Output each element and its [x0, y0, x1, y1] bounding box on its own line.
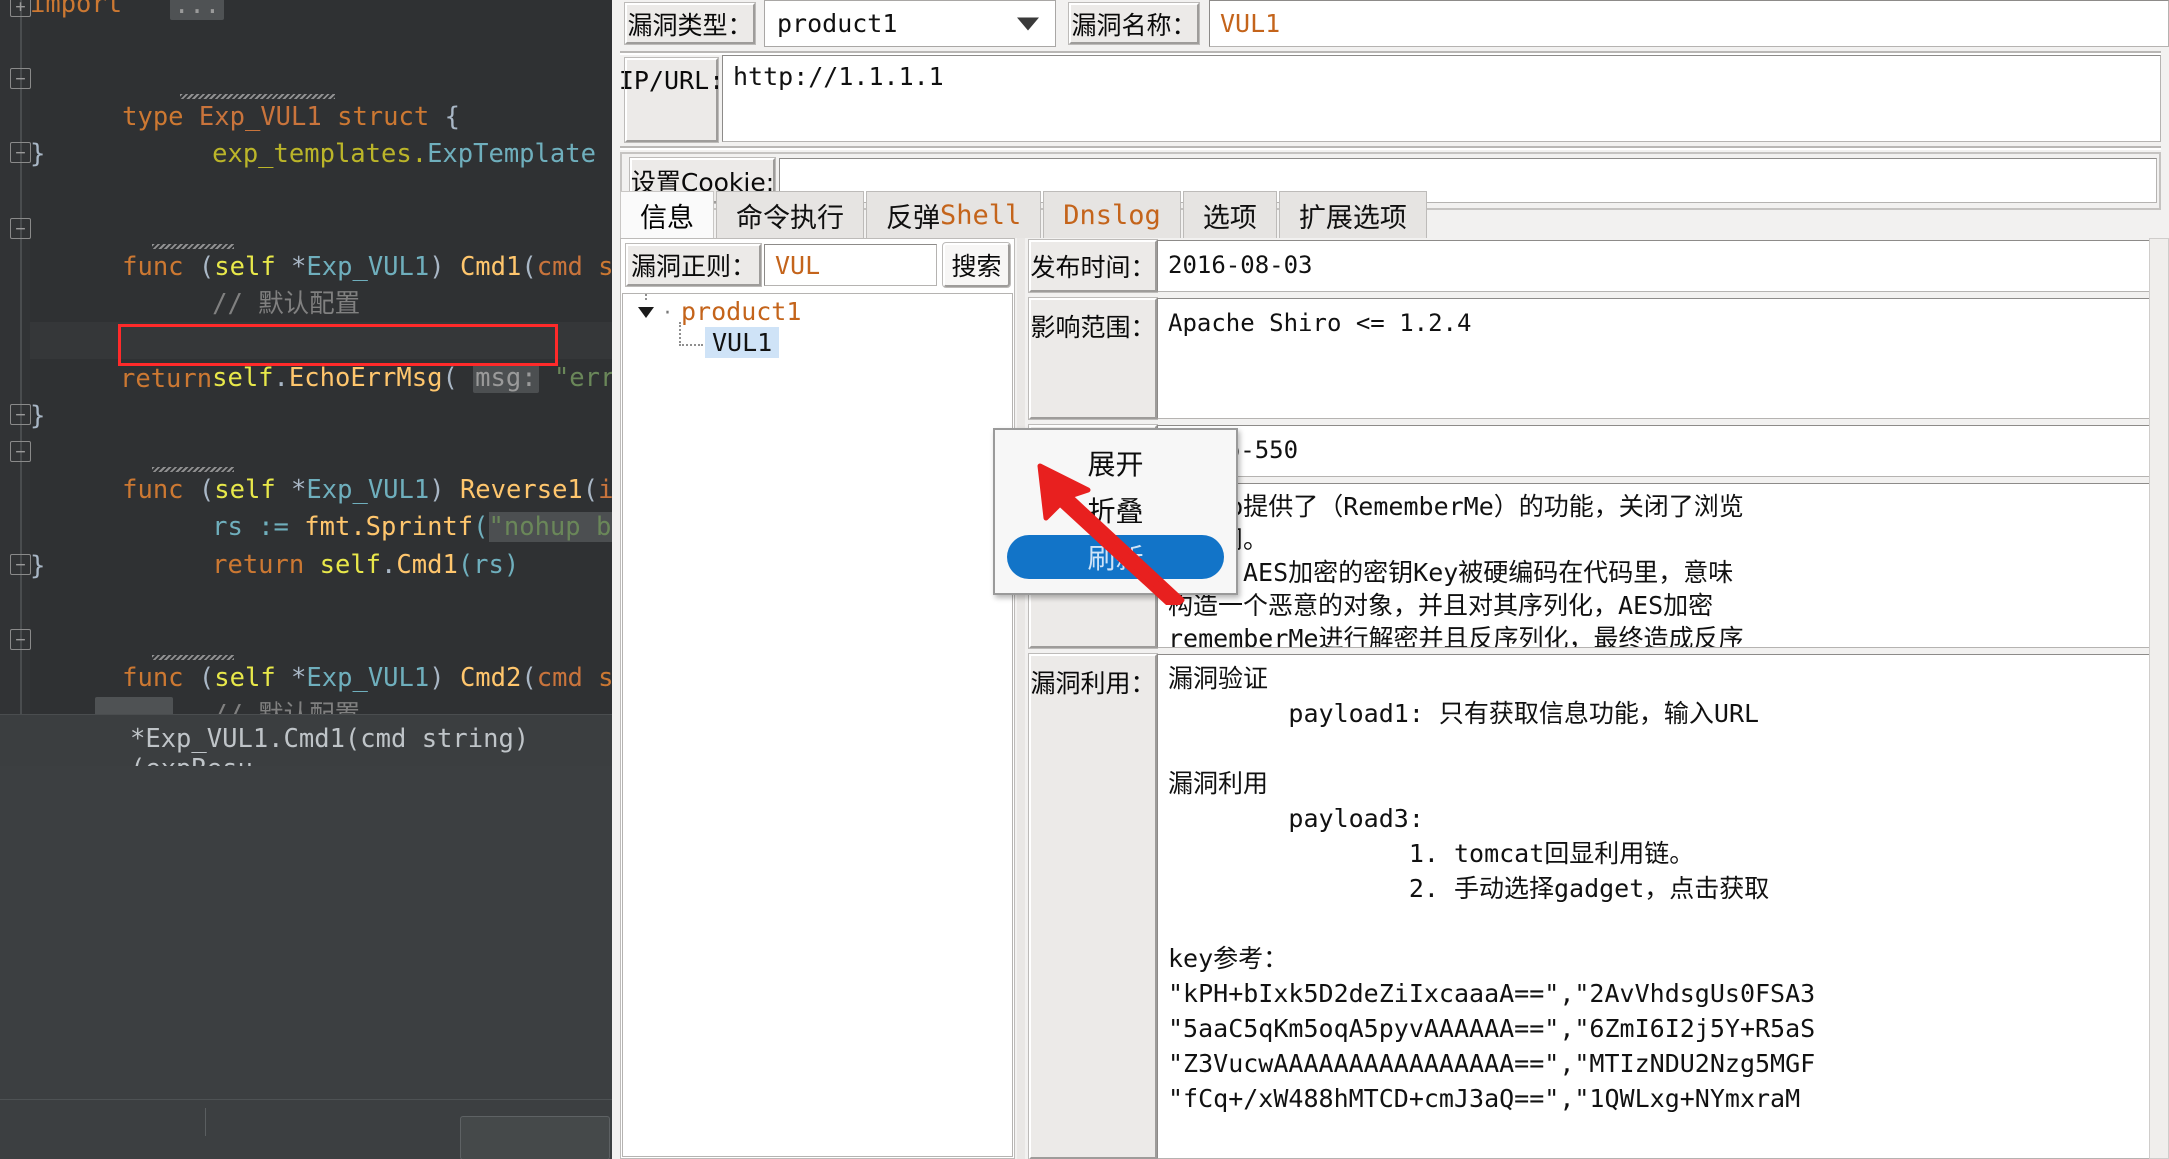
tree-dotline-child-h	[679, 344, 703, 346]
tab-bar: 信息 命令执行 反弹Shell Dnslog 选项 扩展选项	[620, 190, 2161, 238]
vuln-name-input[interactable]: VUL1	[1209, 0, 2169, 47]
tab-dnslog[interactable]: Dnslog	[1043, 191, 1181, 238]
code-editor[interactable]: + import ... − type Exp_VUL1 struct { ex…	[0, 0, 612, 1159]
vuln-regex-input[interactable]: VUL	[764, 244, 937, 286]
editor-lower-blank	[0, 766, 612, 1099]
vuln-id-value: shiro-550	[1157, 425, 2161, 477]
arg-error-string: "error"	[554, 363, 612, 393]
code-line-return-1: return	[120, 361, 212, 398]
param-type-1: string	[598, 252, 612, 282]
vuln-regex-value: VUL	[775, 251, 820, 280]
param-cmd-1: cmd	[537, 252, 583, 282]
fold-minus-icon-reverse1-close[interactable]: −	[10, 554, 31, 575]
vuln-summary-value[interactable]: Shiro提供了（RememberMe）的功能，关闭了浏览 可访问。 但是，AE…	[1157, 483, 2161, 648]
vuln-tree[interactable]: · product1 VUL1	[622, 293, 1013, 1157]
panel-splitter[interactable]	[1017, 238, 1025, 1159]
detail-pane-scrollbar[interactable]	[2149, 238, 2169, 1159]
tree-dotline-child	[679, 322, 681, 346]
bottom-bar-divider	[205, 1108, 206, 1136]
detail-row-publish-time: 发布时间： 2016-08-03	[1029, 240, 2161, 292]
self-ref-3: self	[212, 363, 273, 393]
tab-options[interactable]: 选项	[1183, 191, 1277, 238]
vuln-name-value: VUL1	[1220, 9, 1280, 38]
code-line-return-2: return self.Cmd1(rs)	[120, 510, 519, 621]
groove-row-2	[620, 146, 2161, 150]
exploit-tool-window: 漏洞类型： product1 漏洞名称： VUL1 IP/URL: http:/…	[612, 0, 2169, 1159]
code-line-close-1: }	[30, 136, 45, 173]
param-type-2: string	[598, 663, 612, 693]
fold-minus-icon-type[interactable]: −	[10, 68, 31, 89]
editor-bottom-bar[interactable]	[0, 1099, 612, 1159]
vuln-type-combo[interactable]: product1	[764, 0, 1056, 47]
tab-info[interactable]: 信息	[620, 191, 714, 238]
tree-root-label: product1	[681, 297, 801, 326]
embed-type: ExpTemplate	[427, 139, 596, 169]
vuln-regex-label: 漏洞正则：	[626, 244, 761, 286]
code-line-close-2: }	[30, 398, 45, 435]
detail-row-affected-scope: 影响范围： Apache Shiro <= 1.2.4	[1029, 298, 2161, 419]
tree-node-root[interactable]: product1	[681, 297, 801, 326]
affected-scope-label: 影响范围：	[1029, 298, 1157, 419]
ip-url-label: IP/URL:	[625, 58, 718, 142]
self-ref-4: self	[320, 550, 381, 580]
tree-dotline-root-top	[645, 293, 647, 300]
code-line-close-3: }	[30, 548, 45, 585]
embed-pkg: exp_templates.	[212, 139, 427, 169]
tab-reverse-shell[interactable]: 反弹Shell	[866, 191, 1041, 238]
vuln-exploit-value[interactable]: 漏洞验证 payload1: 只有获取信息功能，输入URL 漏洞利用 paylo…	[1157, 654, 2161, 1159]
fold-minus-icon-reverse1[interactable]: −	[10, 441, 31, 462]
func-name-cmd1: Cmd1	[460, 252, 521, 282]
publish-time-label: 发布时间：	[1029, 240, 1157, 292]
publish-time-value: 2016-08-03	[1157, 240, 2161, 292]
func-name-cmd2: Cmd2	[460, 663, 521, 693]
tree-node-vul1[interactable]: VUL1	[705, 327, 779, 358]
fold-minus-icon-cmd1[interactable]: −	[10, 218, 31, 239]
arg-rs: rs	[473, 550, 504, 580]
tab-info-label: 信息	[640, 196, 694, 235]
call-echoerr: EchoErrMsg	[289, 363, 443, 393]
vuln-type-label: 漏洞类型：	[625, 3, 755, 44]
fold-minus-icon-type-close[interactable]: −	[10, 142, 31, 163]
ip-url-value: http://1.1.1.1	[733, 62, 944, 91]
tab-dnslog-label: Dnslog	[1063, 200, 1161, 231]
search-button[interactable]: 搜索	[943, 243, 1010, 287]
signature-tooltip: *Exp_VUL1.Cmd1(cmd string) (expResu	[0, 714, 612, 766]
chevron-down-icon[interactable]	[1017, 17, 1039, 30]
fold-minus-icon-cmd1-close[interactable]: −	[10, 404, 31, 425]
fold-minus-icon-cmd2[interactable]: −	[10, 629, 31, 650]
param-cmd-2: cmd	[537, 663, 583, 693]
screen-root: + import ... − type Exp_VUL1 struct { ex…	[0, 0, 2169, 1159]
tab-cmd-exec-label: 命令执行	[736, 196, 844, 235]
code-line-import: import	[30, 0, 122, 23]
code-line-embed: exp_templates.ExpTemplate	[120, 99, 596, 210]
tab-ext-options-label: 扩展选项	[1299, 196, 1407, 235]
detail-row-vuln-exploit: 漏洞利用： 漏洞验证 payload1: 只有获取信息功能，输入URL 漏洞利用…	[1029, 654, 2161, 1159]
bottom-bar-field[interactable]	[460, 1116, 610, 1159]
tab-options-label: 选项	[1203, 196, 1257, 235]
collapsed-imports-chip[interactable]: ...	[170, 0, 224, 20]
tab-reverse-label: 反弹	[886, 196, 940, 235]
fold-plus-icon-import[interactable]: +	[10, 0, 31, 17]
ip-url-input[interactable]: http://1.1.1.1	[722, 55, 2161, 142]
param-hint-msg: msg:	[473, 363, 538, 393]
tree-expand-arrow-icon[interactable]	[635, 302, 657, 324]
vuln-exploit-label: 漏洞利用：	[1029, 654, 1157, 1159]
tab-ext-options[interactable]: 扩展选项	[1279, 191, 1427, 238]
tree-root-dot: ·	[664, 301, 671, 326]
red-pointer-arrow-annotation	[1010, 460, 1190, 605]
tab-cmd-exec[interactable]: 命令执行	[716, 191, 864, 238]
vuln-type-combo-value: product1	[777, 9, 897, 38]
vuln-name-label: 漏洞名称：	[1069, 3, 1199, 44]
tab-reverse-latin: Shell	[940, 200, 1021, 231]
call-cmd1: Cmd1	[396, 550, 457, 580]
affected-scope-value: Apache Shiro <= 1.2.4	[1157, 298, 2161, 419]
kw-return-2: return	[212, 550, 304, 580]
tree-node-vul1-label: VUL1	[705, 327, 779, 358]
